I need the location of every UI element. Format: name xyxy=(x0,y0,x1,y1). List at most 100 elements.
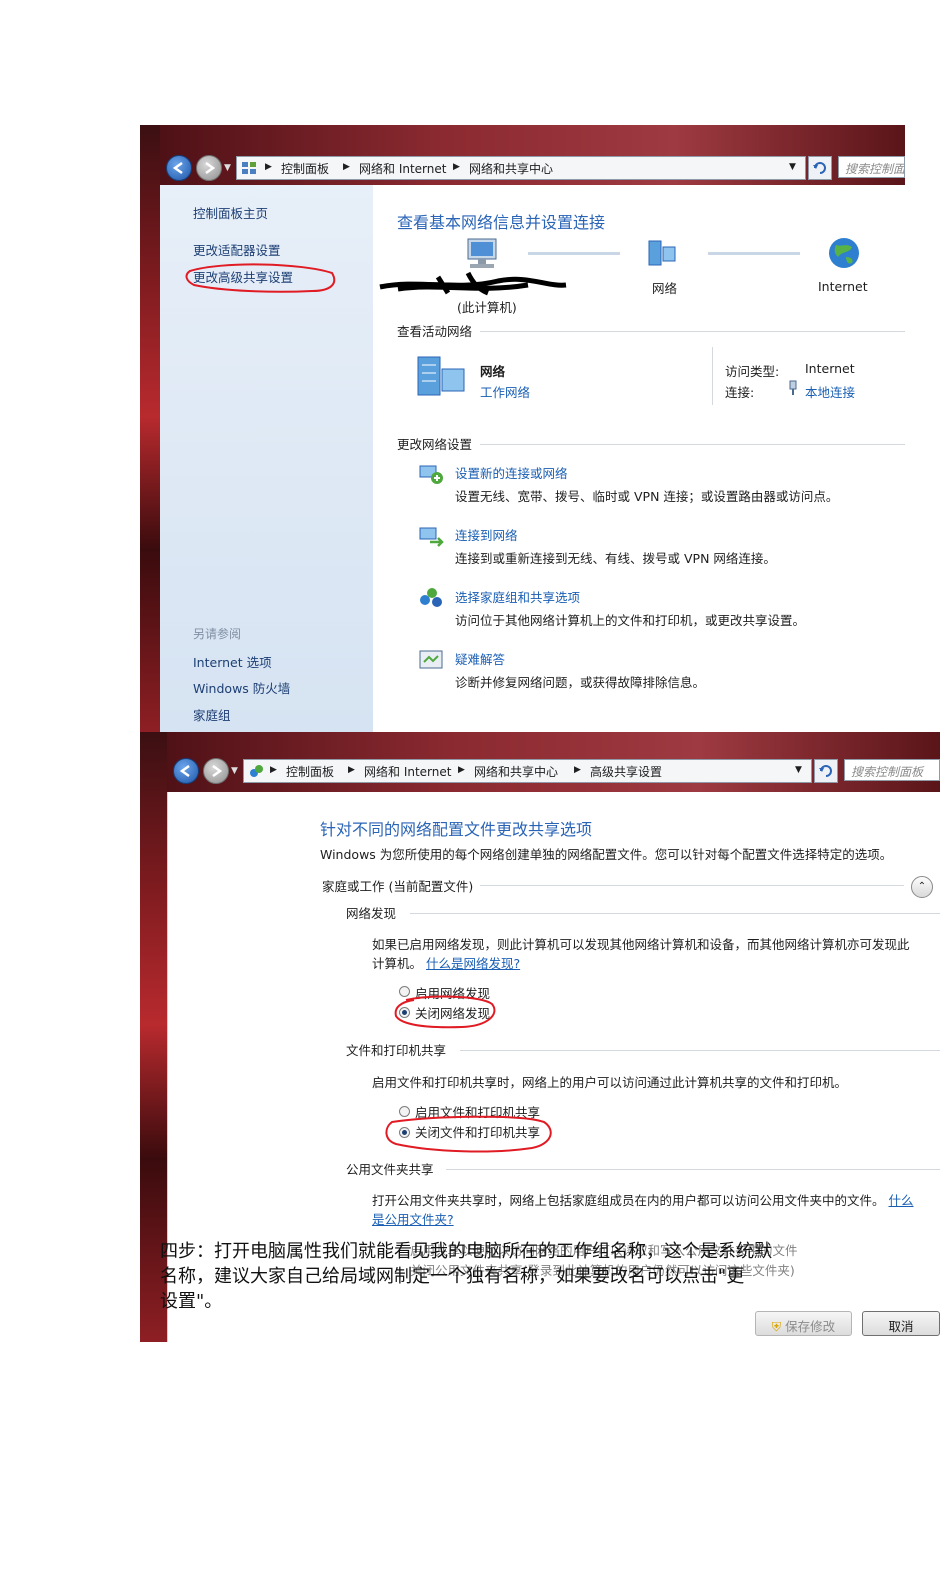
chevron-up-icon: ⌃ xyxy=(917,881,927,892)
network-icon xyxy=(648,240,676,266)
breadcrumb-separator: ▶ xyxy=(348,765,355,775)
discovery-desc: 如果已启用网络发现，则此计算机可以发现其他网络计算机和设备，而其他网络计算机亦可… xyxy=(372,935,920,973)
save-button[interactable]: ⛨ 保存修改 xyxy=(755,1311,852,1336)
file-sharing-heading: 文件和打印机共享 xyxy=(346,1043,447,1058)
task-troubleshoot-link[interactable]: 疑难解答 xyxy=(455,649,505,668)
caption-line-3: 设置"。 xyxy=(160,1291,223,1312)
refresh-icon xyxy=(813,162,826,174)
access-type-value: Internet xyxy=(805,361,855,376)
sidebar-item-control-panel-home[interactable]: 控制面板主页 xyxy=(193,203,268,222)
breadcrumb-item-network-internet[interactable]: 网络和 Internet xyxy=(364,763,451,780)
discovery-help-link[interactable]: 什么是网络发现? xyxy=(426,956,520,971)
page-title: 查看基本网络信息并设置连接 xyxy=(397,213,606,232)
task-homegroup-desc: 访问位于其他网络计算机上的文件和打印机，或更改共享设置。 xyxy=(455,613,806,628)
network-type-link[interactable]: 工作网络 xyxy=(480,382,530,401)
address-dropdown-icon[interactable]: ▼ xyxy=(795,765,802,775)
task-troubleshoot-desc: 诊断并修复网络问题，或获得故障排除信息。 xyxy=(455,675,706,690)
arrow-left-icon xyxy=(172,161,183,175)
public-folder-help-link-cont[interactable]: 是公用文件夹? xyxy=(372,1212,454,1227)
local-connection-link[interactable]: 本地连接 xyxy=(805,382,855,401)
sidebar: 控制面板主页 更改适配器设置 更改高级共享设置 另请参阅 Internet 选项… xyxy=(160,185,373,732)
troubleshoot-icon xyxy=(419,650,443,669)
forward-button[interactable] xyxy=(203,758,229,784)
divider xyxy=(410,913,940,914)
active-networks-label: 查看活动网络 xyxy=(397,324,473,339)
red-annotation-circle xyxy=(394,995,496,1029)
network-label: 网络 xyxy=(652,281,678,296)
breadcrumb-separator: ▶ xyxy=(270,765,277,775)
file-sharing-desc: 启用文件和打印机共享时，网络上的用户可以访问通过此计算机共享的文件和打印机。 xyxy=(372,1075,848,1090)
see-also-internet-options[interactable]: Internet 选项 xyxy=(193,652,272,671)
task-homegroup-link[interactable]: 选择家庭组和共享选项 xyxy=(455,587,580,606)
cancel-button[interactable]: 取消 xyxy=(862,1311,940,1336)
public-folder-desc-text: 打开公用文件夹共享时，网络上包括家庭组成员在内的用户都可以访问公用文件夹中的文件… xyxy=(372,1193,885,1208)
public-folder-heading: 公用文件夹共享 xyxy=(346,1162,434,1177)
task-setup-connection-desc: 设置无线、宽带、拨号、临时或 VPN 连接；或设置路由器或访问点。 xyxy=(455,489,839,504)
arrow-right-icon xyxy=(212,764,223,778)
back-button[interactable] xyxy=(166,155,192,181)
internet-label: Internet xyxy=(818,279,868,294)
vertical-divider xyxy=(712,347,713,405)
see-also-windows-firewall[interactable]: Windows 防火墙 xyxy=(193,678,290,697)
breadcrumb-item-control-panel[interactable]: 控制面板 xyxy=(286,763,334,780)
search-input[interactable]: 搜索控制面板 xyxy=(844,759,940,781)
shield-icon: ⛨ xyxy=(771,1319,782,1334)
discovery-heading: 网络发现 xyxy=(346,906,397,921)
address-dropdown-icon[interactable]: ▼ xyxy=(789,162,796,172)
caption-line-1: 四步：打开电脑属性我们就能看见我的电脑所在的工作组名称，这个是系统默 xyxy=(160,1241,772,1262)
breadcrumb-separator: ▶ xyxy=(265,162,272,172)
divider xyxy=(480,444,905,445)
divider xyxy=(460,1050,940,1051)
breadcrumb-separator: ▶ xyxy=(458,765,465,775)
breadcrumb-separator: ▶ xyxy=(343,162,350,172)
breadcrumb-item-network-internet[interactable]: 网络和 Internet xyxy=(359,160,446,177)
history-dropdown-icon[interactable]: ▼ xyxy=(231,766,238,776)
breadcrumb-item-control-panel[interactable]: 控制面板 xyxy=(281,160,329,177)
search-input[interactable]: 搜索控制面 xyxy=(838,156,905,178)
divider xyxy=(480,885,904,886)
collapse-button[interactable]: ⌃ xyxy=(911,876,933,898)
control-panel-icon xyxy=(242,162,256,174)
network-building-icon xyxy=(417,356,465,396)
breadcrumb-item-advanced-sharing[interactable]: 高级共享设置 xyxy=(590,763,662,780)
globe-icon xyxy=(829,238,859,268)
forward-button[interactable] xyxy=(196,155,222,181)
see-also-homegroup[interactable]: 家庭组 xyxy=(193,705,231,724)
intro-text: Windows 为您所使用的每个网络创建单独的网络配置文件。您可以针对每个配置文… xyxy=(320,847,893,862)
network-icon xyxy=(250,765,263,777)
connect-network-icon xyxy=(419,527,444,547)
red-annotation-circle xyxy=(385,1115,552,1153)
map-connector xyxy=(708,252,800,255)
see-also-label: 另请参阅 xyxy=(193,627,242,641)
breadcrumb-separator: ▶ xyxy=(574,765,581,775)
refresh-icon xyxy=(819,765,832,777)
divider xyxy=(446,1169,940,1170)
refresh-button[interactable] xyxy=(808,156,832,180)
red-annotation-circle xyxy=(185,263,336,293)
public-folder-help-link[interactable]: 什么 xyxy=(889,1193,914,1208)
history-dropdown-icon[interactable]: ▼ xyxy=(224,163,231,173)
arrow-left-icon xyxy=(179,764,190,778)
page-title: 针对不同的网络配置文件更改共享选项 xyxy=(320,820,593,839)
new-connection-icon xyxy=(419,465,443,484)
redaction-scribble xyxy=(379,271,567,296)
desktop-wallpaper-strip xyxy=(140,125,160,732)
change-settings-label: 更改网络设置 xyxy=(397,437,473,452)
address-bar[interactable]: ▶ 控制面板 ▶ 网络和 Internet ▶ 网络和共享中心 ▶ 高级共享设置… xyxy=(243,759,812,783)
map-connector xyxy=(528,252,620,255)
ethernet-icon xyxy=(789,380,797,395)
task-setup-connection-link[interactable]: 设置新的连接或网络 xyxy=(455,463,568,482)
task-connect-network-link[interactable]: 连接到网络 xyxy=(455,525,518,544)
profile-label[interactable]: 家庭或工作 (当前配置文件) xyxy=(322,876,473,895)
address-bar[interactable]: ▶ 控制面板 ▶ 网络和 Internet ▶ 网络和共享中心 ▼ xyxy=(236,156,806,180)
network-name: 网络 xyxy=(480,364,506,379)
breadcrumb-item-sharing-center[interactable]: 网络和共享中心 xyxy=(474,763,558,780)
refresh-button[interactable] xyxy=(814,759,838,783)
computer-label: (此计算机) xyxy=(457,300,517,315)
access-type-label: 访问类型: xyxy=(725,364,780,379)
homegroup-icon xyxy=(420,588,442,607)
breadcrumb-item-sharing-center[interactable]: 网络和共享中心 xyxy=(469,160,553,177)
caption-line-2: 名称，建议大家自己给局域网制定一个独有名称，如果要改名可以点击"更 xyxy=(160,1266,745,1287)
back-button[interactable] xyxy=(173,758,199,784)
public-folder-desc: 打开公用文件夹共享时，网络上包括家庭组成员在内的用户都可以访问公用文件夹中的文件… xyxy=(372,1191,920,1229)
